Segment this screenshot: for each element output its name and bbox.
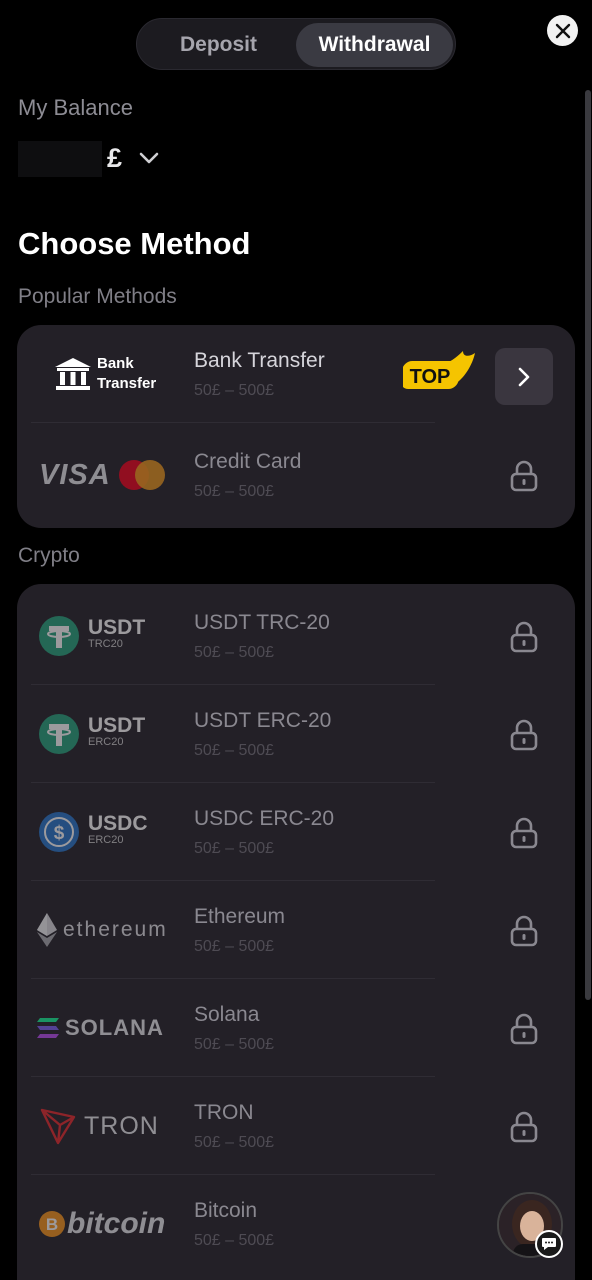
usdt-logo-text: USDT: [88, 616, 146, 639]
method-range: 50£ – 500£: [194, 382, 275, 399]
mastercard-logo: [118, 460, 165, 490]
method-name: Bank Transfer: [194, 349, 325, 372]
method-range: 50£ – 500£: [194, 1036, 275, 1053]
bank-icon: [55, 358, 91, 390]
ethereum-logo-text: ethereum: [63, 918, 168, 941]
bank-transfer-logo: Bank Transfer: [31, 325, 191, 423]
method-name: Solana: [194, 1003, 260, 1026]
method-credit-card[interactable]: VISA Credit Card 50£ – 500£: [17, 426, 575, 524]
method-bank-transfer[interactable]: Bank Transfer Bank Transfer 50£ – 500£ T…: [17, 325, 575, 423]
top-badge: TOP: [403, 351, 475, 389]
solana-logo-text: SOLANA: [65, 1015, 164, 1040]
method-range: 50£ – 500£: [194, 938, 275, 955]
page-title: Choose Method: [18, 226, 251, 261]
usdc-erc20-logo: $ USDC ERC20: [31, 783, 191, 881]
crypto-methods-card: USDT TRC20 USDT TRC-20 50£ – 500£ USDT E…: [17, 584, 575, 1280]
solana-logo: SOLANA: [31, 979, 191, 1077]
ethereum-icon: [37, 913, 57, 947]
chevron-right-icon: [518, 367, 530, 386]
method-usdc-erc20[interactable]: $ USDC ERC20 USDC ERC-20 50£ – 500£: [17, 783, 575, 881]
lock-icon: [510, 621, 538, 653]
chevron-down-icon[interactable]: [138, 150, 160, 166]
bitcoin-logo-text: bitcoin: [67, 1207, 166, 1240]
tron-logo-text: TRON: [84, 1111, 159, 1140]
solana-icon: [37, 1018, 59, 1038]
usdt-trc20-logo: USDT TRC20: [31, 587, 191, 685]
method-name: USDT ERC-20: [194, 709, 332, 732]
tron-icon: [40, 1108, 76, 1145]
tether-icon: [39, 714, 79, 754]
bank-logo-text-2: Transfer: [97, 375, 157, 392]
bitcoin-logo: B bitcoin: [31, 1175, 191, 1273]
method-name: Ethereum: [194, 905, 286, 928]
method-name: Bitcoin: [194, 1199, 258, 1222]
usdt-logo-text: USDT: [88, 714, 146, 737]
lock-icon: [510, 719, 538, 751]
method-range: 50£ – 500£: [194, 1232, 275, 1249]
chat-button[interactable]: [535, 1230, 563, 1258]
method-range: 50£ – 500£: [194, 1134, 275, 1151]
balance-currency[interactable]: £: [107, 143, 122, 174]
method-range: 50£ – 500£: [194, 840, 275, 857]
visa-mastercard-logo: VISA: [31, 426, 191, 524]
scrollbar[interactable]: [585, 90, 591, 1000]
tab-deposit[interactable]: Deposit: [141, 23, 296, 67]
method-tabs: Deposit Withdrawal: [136, 18, 456, 70]
crypto-label: Crypto: [18, 544, 80, 567]
method-usdt-trc20[interactable]: USDT TRC20 USDT TRC-20 50£ – 500£: [17, 587, 575, 685]
bank-logo-text-1: Bank: [97, 355, 134, 372]
popular-methods-card: Bank Transfer Bank Transfer 50£ – 500£ T…: [17, 325, 575, 528]
balance-amount-hidden: [18, 141, 102, 177]
close-icon: [555, 23, 570, 38]
method-usdt-erc20[interactable]: USDT ERC20 USDT ERC-20 50£ – 500£: [17, 685, 575, 783]
close-button[interactable]: [547, 15, 578, 46]
lock-icon: [510, 460, 538, 492]
visa-logo: VISA: [39, 458, 111, 491]
method-range: 50£ – 500£: [194, 483, 275, 500]
chat-icon: [542, 1238, 556, 1250]
popular-methods-label: Popular Methods: [18, 285, 177, 308]
lock-icon: [510, 1013, 538, 1045]
top-badge-label: TOP: [410, 366, 451, 388]
svg-text:B: B: [46, 1215, 58, 1234]
method-bitcoin[interactable]: B bitcoin Bitcoin 50£ – 500£: [17, 1175, 575, 1273]
usdc-logo-text: USDC: [88, 812, 148, 835]
method-solana[interactable]: SOLANA Solana 50£ – 500£: [17, 979, 575, 1077]
usdt-erc20-logo: USDT ERC20: [31, 685, 191, 783]
ethereum-logo: ethereum: [31, 881, 191, 979]
method-name: TRON: [194, 1101, 254, 1124]
tether-icon: [39, 616, 79, 656]
usdc-icon: $: [39, 812, 79, 852]
method-name: USDT TRC-20: [194, 611, 330, 634]
method-range: 50£ – 500£: [194, 742, 275, 759]
lock-icon: [510, 915, 538, 947]
tron-logo: TRON: [31, 1077, 191, 1175]
bank-transfer-open-button[interactable]: [495, 348, 553, 405]
lock-icon: [510, 817, 538, 849]
method-range: 50£ – 500£: [194, 644, 275, 661]
method-name: USDC ERC-20: [194, 807, 335, 830]
method-name: Credit Card: [194, 450, 302, 473]
lock-icon: [510, 1111, 538, 1143]
bitcoin-icon: B: [39, 1211, 65, 1237]
method-tron[interactable]: TRON TRON 50£ – 500£: [17, 1077, 575, 1175]
method-ethereum[interactable]: ethereum Ethereum 50£ – 500£: [17, 881, 575, 979]
svg-text:$: $: [54, 823, 65, 844]
tab-withdrawal[interactable]: Withdrawal: [296, 23, 453, 67]
balance-label: My Balance: [18, 95, 133, 120]
